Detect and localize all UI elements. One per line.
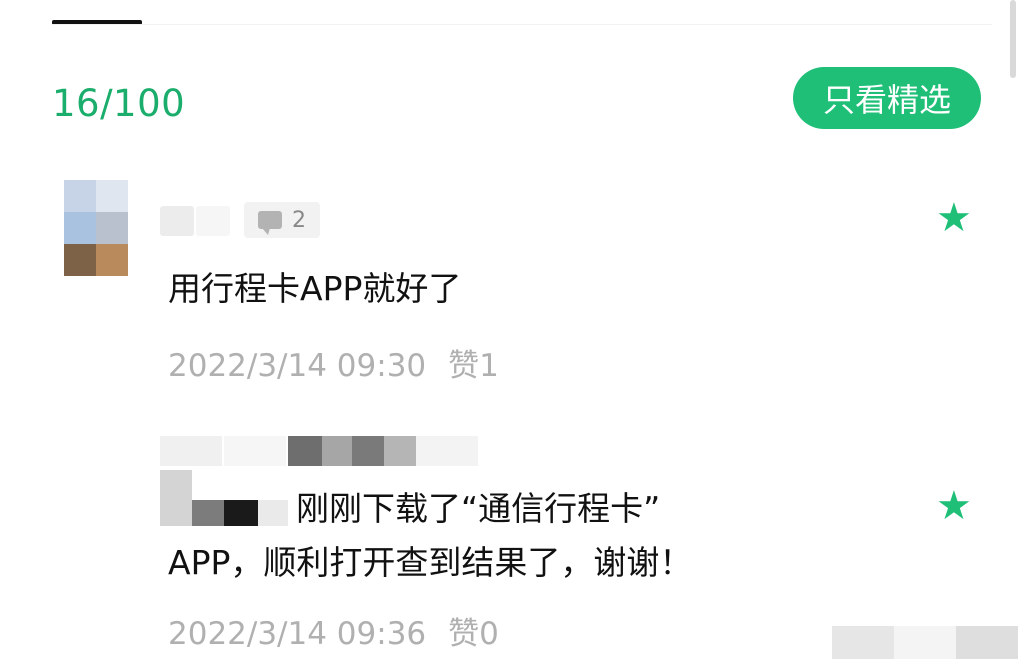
comment-count: 16/100: [52, 82, 186, 125]
watermark-blurred: [956, 626, 1018, 659]
username-blurred: [352, 436, 384, 466]
username-blurred: [196, 206, 230, 236]
username-blurred: [224, 436, 286, 466]
featured-only-button[interactable]: 只看精选: [793, 67, 981, 129]
username-blurred: [416, 436, 478, 466]
username-blurred: [322, 436, 352, 466]
comment-date: 2022/3/14 09:36: [168, 616, 427, 652]
star-icon[interactable]: ★: [936, 198, 972, 238]
divider: [52, 24, 992, 25]
comment-text: 刚刚下载了“通信行程卡”: [296, 489, 661, 528]
chat-bubble-icon: [258, 211, 282, 235]
like-button[interactable]: 赞1: [448, 348, 499, 384]
comment-text: APP，顺利打开查到结果了，谢谢！: [168, 543, 693, 582]
like-button[interactable]: 赞0: [448, 616, 499, 652]
star-icon[interactable]: ★: [936, 486, 972, 526]
scrollbar[interactable]: [1010, 0, 1016, 78]
avatar-blurred: [258, 500, 288, 526]
reply-count: 2: [292, 207, 306, 233]
username-blurred: [384, 436, 416, 466]
avatar-blurred: [224, 500, 258, 526]
reply-count-badge[interactable]: 2: [244, 202, 320, 238]
comment-meta: 2022/3/14 09:30 赞1: [168, 340, 499, 385]
watermark-blurred: [832, 626, 894, 659]
watermark-blurred: [894, 626, 956, 659]
username-blurred[interactable]: [160, 206, 194, 236]
comment-text: 用行程卡APP就好了: [168, 269, 462, 308]
avatar-blurred: [160, 470, 192, 526]
username-blurred: [160, 436, 222, 466]
username-blurred: [288, 436, 322, 466]
comment-date: 2022/3/14 09:30: [168, 348, 427, 384]
avatar[interactable]: [64, 180, 128, 276]
avatar-blurred: [192, 500, 224, 526]
comment-meta: 2022/3/14 09:36 赞0: [168, 608, 499, 653]
